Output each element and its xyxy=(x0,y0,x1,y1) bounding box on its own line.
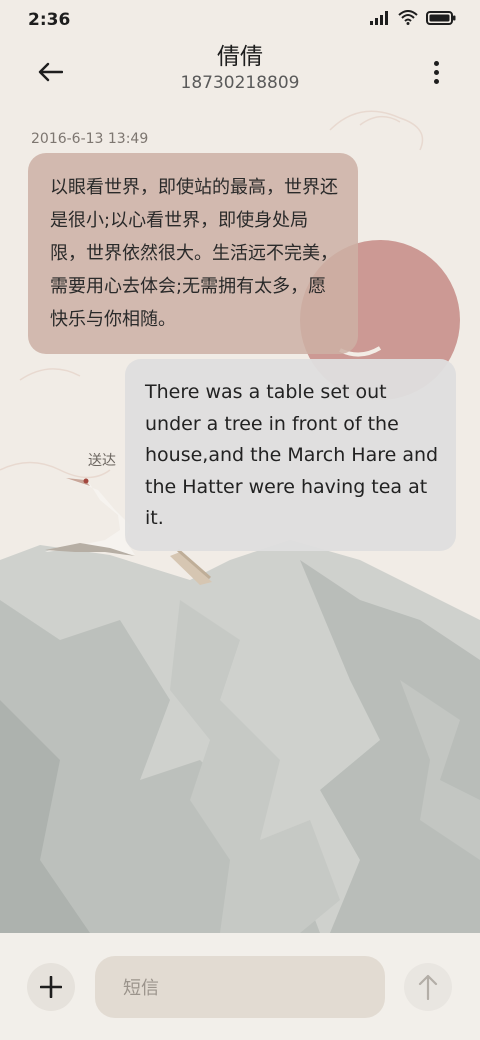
contact-number: 18730218809 xyxy=(180,73,300,93)
plus-icon xyxy=(40,976,62,998)
message-composer: 短信 xyxy=(0,933,480,1040)
wifi-icon xyxy=(398,10,418,25)
incoming-message-bubble[interactable]: 以眼看世界，即使站的最高，世界还是很小;以心看世界，即使身处局限，世界依然很大。… xyxy=(28,153,358,354)
status-bar: 2:36 xyxy=(0,0,480,40)
battery-icon xyxy=(426,10,456,25)
status-icons xyxy=(370,10,456,25)
message-input[interactable]: 短信 xyxy=(95,956,385,1018)
conversation-header: 倩倩 18730218809 xyxy=(0,40,480,106)
more-vert-icon xyxy=(433,60,439,66)
send-arrow-icon xyxy=(418,974,438,1000)
contact-name: 倩倩 xyxy=(217,44,263,70)
delivery-status: 送达 xyxy=(88,453,116,469)
send-button[interactable] xyxy=(404,963,452,1011)
back-arrow-icon xyxy=(38,62,63,82)
message-timestamp: 2016-6-13 13:49 xyxy=(31,131,149,147)
signal-icon xyxy=(370,10,388,25)
contact-title: 倩倩 18730218809 xyxy=(100,40,380,94)
back-button[interactable] xyxy=(30,52,70,92)
outgoing-message-bubble[interactable]: There was a table set out under a tree i… xyxy=(125,359,456,551)
more-options-button[interactable] xyxy=(428,54,444,90)
add-attachment-button[interactable] xyxy=(27,963,75,1011)
status-time: 2:36 xyxy=(28,10,71,30)
